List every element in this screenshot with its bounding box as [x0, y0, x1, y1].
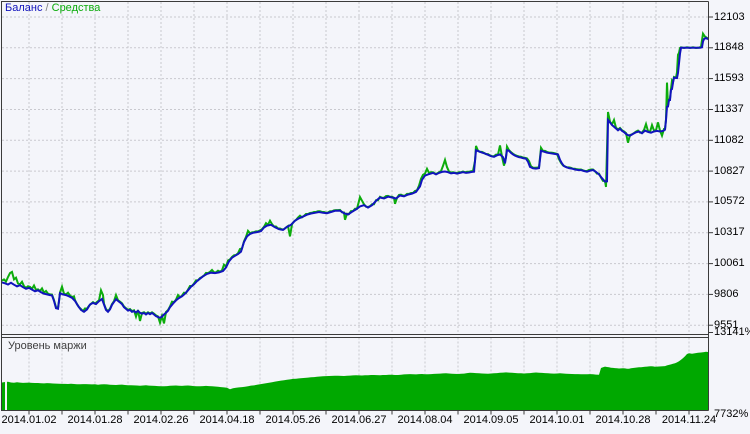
y-axis-label: 10061 — [714, 257, 745, 270]
y-axis-label: 9806 — [714, 288, 738, 301]
x-axis-label: 2014.05.26 — [259, 414, 327, 427]
margin-scale-top-label: 13141% — [714, 326, 750, 339]
x-axis-label: 2014.02.26 — [127, 414, 195, 427]
y-axis-label: 11082 — [714, 134, 744, 147]
x-axis-label: 2014.09.05 — [457, 414, 525, 427]
tester-report-chart[interactable]: Баланс / Средства Уровень маржи 12103 118… — [0, 0, 750, 434]
x-axis-label: 2014.11.24 — [655, 414, 723, 427]
chart-canvas[interactable] — [0, 0, 750, 434]
legend-separator: / — [42, 2, 51, 14]
y-axis-label: 11593 — [714, 72, 744, 85]
x-axis-label: 2014.10.01 — [523, 414, 591, 427]
x-axis-label: 2014.01.28 — [61, 414, 129, 427]
y-axis-label: 10572 — [714, 195, 745, 208]
legend-equity-label: Средства — [52, 2, 101, 14]
margin-panel-label: Уровень маржи — [8, 340, 87, 352]
x-axis-label: 2014.04.18 — [193, 414, 261, 427]
legend-balance-label: Баланс — [5, 2, 42, 14]
y-axis-label: 11337 — [714, 103, 744, 116]
margin-area-gap — [5, 352, 7, 411]
chart-legend: Баланс / Средства — [5, 2, 100, 15]
y-axis-label: 12103 — [714, 11, 745, 24]
x-axis-label: 2014.10.28 — [589, 414, 657, 427]
y-axis-label: 10317 — [714, 226, 745, 239]
x-axis-label: 2014.08.04 — [391, 414, 459, 427]
x-axis-label: 2014.01.02 — [0, 414, 63, 427]
x-axis-label: 2014.06.27 — [325, 414, 393, 427]
y-axis-label: 10827 — [714, 165, 745, 178]
y-axis-label: 11848 — [714, 41, 744, 54]
